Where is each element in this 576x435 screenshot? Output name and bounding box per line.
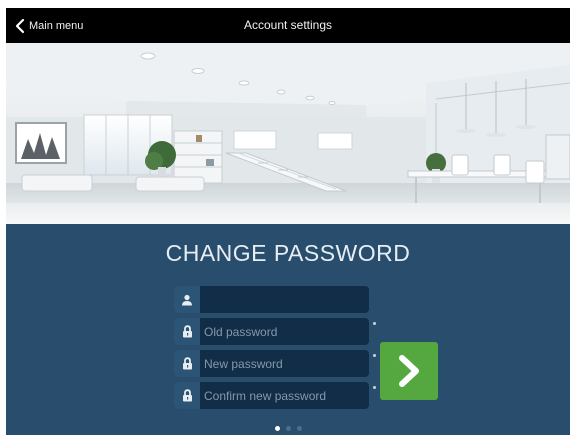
username-field[interactable] xyxy=(174,286,369,313)
interior-photo xyxy=(6,43,570,224)
confirm-password-input[interactable] xyxy=(204,382,364,409)
page-dot-3[interactable] xyxy=(296,426,302,431)
page-dot-1[interactable] xyxy=(274,426,280,431)
lock-icon xyxy=(174,318,200,345)
page-dot-2[interactable] xyxy=(285,426,291,431)
lock-icon xyxy=(174,350,200,377)
required-dot xyxy=(373,386,376,389)
form-heading: CHANGE PASSWORD xyxy=(165,240,411,266)
old-password-input[interactable] xyxy=(204,318,364,345)
new-password-input[interactable] xyxy=(204,350,364,377)
top-bar: Main menu Account settings xyxy=(6,8,570,43)
confirm-password-field[interactable] xyxy=(174,382,369,409)
page-title: Account settings xyxy=(243,18,333,32)
new-password-field[interactable] xyxy=(174,350,369,377)
required-dot xyxy=(373,322,376,325)
chevron-right-icon xyxy=(399,355,419,387)
username-input[interactable] xyxy=(204,286,364,313)
user-icon xyxy=(174,286,200,313)
old-password-field[interactable] xyxy=(174,318,369,345)
page-indicator xyxy=(6,426,570,431)
change-password-panel: CHANGE PASSWORD xyxy=(6,224,570,435)
required-dot xyxy=(373,354,376,357)
app-frame: Main menu Account settings CHANGE PASSWO… xyxy=(6,8,570,435)
lock-icon xyxy=(174,382,200,409)
submit-button[interactable] xyxy=(380,342,438,400)
